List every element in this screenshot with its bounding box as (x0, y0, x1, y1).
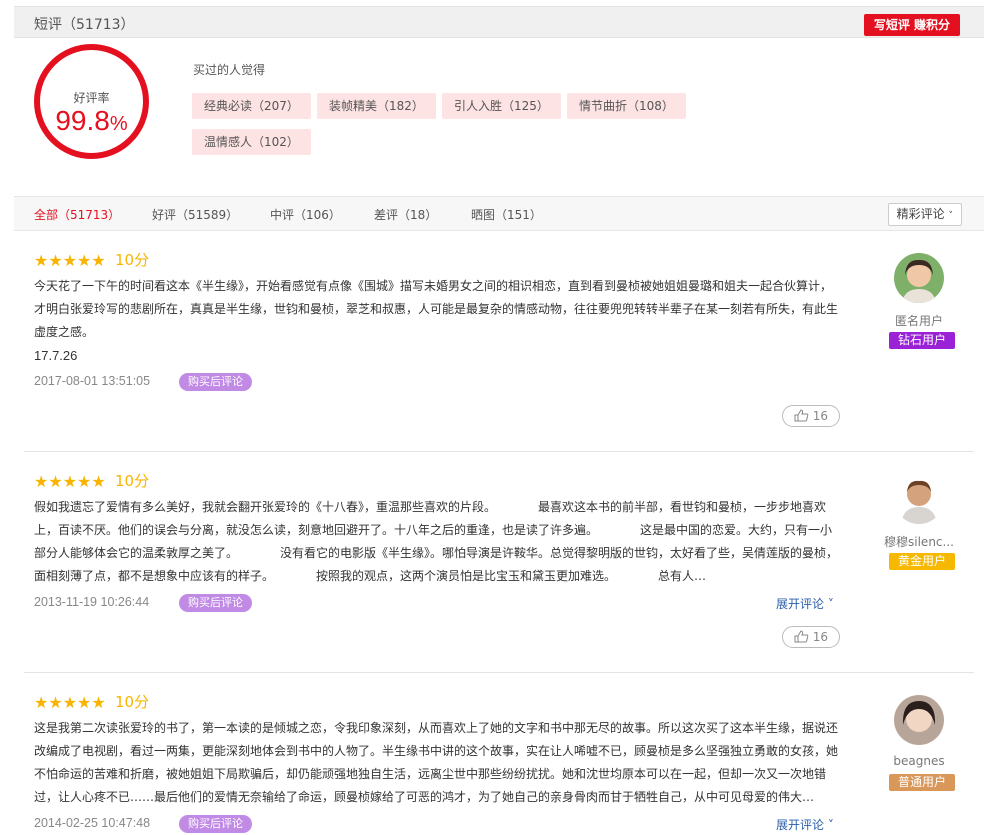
tab-neutral[interactable]: 中评（106） (270, 206, 341, 223)
user-photo-icon (894, 695, 944, 745)
positive-rate-value: 99.8% (55, 105, 128, 136)
positive-rate-label: 好评率 (73, 91, 110, 105)
purchase-badge: 购买后评论 (179, 373, 252, 391)
tag-chip[interactable]: 引人入胜（125） (442, 93, 561, 119)
tab-negative[interactable]: 差评（18） (374, 206, 437, 223)
star-rating: ★★★★★ (34, 251, 106, 270)
user-level-badge: 黄金用户 (889, 553, 956, 570)
positive-rate-circle: 好评率 99.8% (34, 44, 149, 159)
star-rating: ★★★★★ (34, 472, 106, 491)
star-rating: ★★★★★ (34, 693, 106, 712)
review-date: 2017-08-01 13:51:05 (34, 374, 151, 388)
avatar[interactable] (894, 474, 944, 524)
tag-chip[interactable]: 经典必读（207） (192, 93, 311, 119)
review-score: 10分 (115, 251, 150, 269)
review-item: ★★★★★ 10分 假如我遗忘了爱情有多么美好，我就会翻开张爱玲的《十八春》，重… (24, 452, 974, 673)
review-item: ★★★★★ 10分 这是我第二次读张爱玲的书了，第一本读的是倾城之恋，令我印象深… (24, 673, 974, 835)
user-name[interactable]: 穆穆silenc... (876, 533, 962, 550)
tag-chip[interactable]: 装帧精美（182） (317, 93, 436, 119)
review-filter-bar: 全部（51713） 好评（51589） 中评（106） 差评（18） 晒图（15… (14, 196, 984, 231)
avatar[interactable] (894, 253, 944, 303)
thumbs-up-icon (794, 409, 809, 422)
chevron-down-icon: ˅ (948, 211, 954, 221)
avatar[interactable] (894, 695, 944, 745)
comments-header: 短评（51713） 写短评 赚积分 (14, 6, 984, 38)
user-name[interactable]: 匿名用户 (876, 312, 962, 329)
review-score: 10分 (115, 693, 150, 711)
tags-title: 买过的人觉得 (193, 63, 266, 77)
review-text: 假如我遗忘了爱情有多么美好，我就会翻开张爱玲的《十八春》，重温那些喜欢的片段。 … (34, 500, 839, 583)
review-text: 这是我第二次读张爱玲的书了，第一本读的是倾城之恋，令我印象深刻，从而喜欢上了她的… (34, 721, 839, 804)
tab-positive[interactable]: 好评（51589） (152, 206, 238, 223)
review-score: 10分 (115, 472, 150, 490)
review-text: 今天花了一下午的时间看这本《半生缘》，开始看感觉有点像《围城》描写未婚男女之间的… (34, 275, 839, 367)
user-name[interactable]: beagnes (876, 754, 962, 768)
like-button[interactable]: 16 (782, 626, 840, 648)
review-date: 2013-11-19 10:26:44 (34, 595, 150, 609)
purchase-badge: 购买后评论 (179, 815, 252, 833)
thumbs-up-icon (794, 630, 809, 643)
user-level-badge: 钻石用户 (889, 332, 956, 349)
user-level-badge: 普通用户 (889, 774, 956, 791)
tab-photos[interactable]: 晒图（151） (471, 206, 542, 223)
user-photo-icon (894, 253, 944, 303)
like-button[interactable]: 16 (782, 405, 840, 427)
review-extra: 17.7.26 (34, 348, 78, 363)
comments-title: 短评（51713） (34, 17, 135, 33)
review-date: 2014-02-25 10:47:48 (34, 816, 151, 830)
review-item: ★★★★★ 10分 今天花了一下午的时间看这本《半生缘》，开始看感觉有点像《围城… (24, 231, 974, 452)
default-avatar-icon (894, 474, 944, 524)
expand-review-link[interactable]: 展开评论 ˅ (776, 816, 834, 833)
tag-chip[interactable]: 情节曲折（108） (567, 93, 686, 119)
expand-review-link[interactable]: 展开评论 ˅ (776, 595, 834, 612)
tag-chip[interactable]: 温情感人（102） (192, 129, 311, 155)
sort-select[interactable]: 精彩评论 ˅ (887, 203, 962, 226)
write-review-button[interactable]: 写短评 赚积分 (863, 14, 960, 36)
tab-all[interactable]: 全部（51713） (34, 206, 120, 223)
purchase-badge: 购买后评论 (179, 594, 252, 612)
